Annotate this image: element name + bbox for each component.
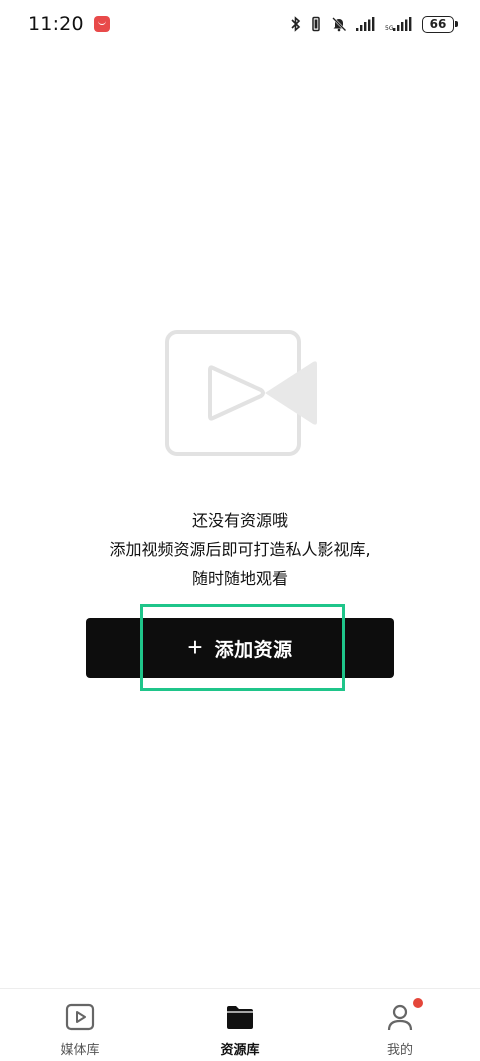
bluetooth-icon xyxy=(291,16,301,32)
battery-indicator: 66 xyxy=(422,15,458,33)
status-right: 5G 66 xyxy=(291,15,458,33)
nav-item-media-library[interactable]: 媒体库 xyxy=(0,989,160,1058)
video-camera-icon xyxy=(165,330,317,456)
app-notification-icon xyxy=(93,16,110,32)
empty-state-message: 还没有资源哦 添加视频资源后即可打造私人影视库, 随时随地观看 xyxy=(0,506,480,593)
add-resource-button[interactable]: + 添加资源 xyxy=(86,618,394,678)
empty-state-line-1: 还没有资源哦 xyxy=(191,511,288,530)
status-left: 11:20 xyxy=(28,13,110,35)
mute-bell-icon xyxy=(332,17,347,32)
nav-item-resource-library[interactable]: 资源库 xyxy=(160,989,320,1058)
signal-icon-2: 5G xyxy=(385,17,412,31)
play-square-icon xyxy=(65,1003,95,1031)
nav-label-profile: 我的 xyxy=(386,1043,413,1058)
empty-state-line-3: 随时随地观看 xyxy=(191,569,288,588)
bottom-nav: 媒体库 资源库 我的 xyxy=(0,988,480,1061)
person-icon xyxy=(387,1004,413,1031)
folder-icon xyxy=(227,1006,253,1029)
screen: 11:20 5G 66 还没有资源哦 添加视频资源后即可打造私人影视库, 随时随… xyxy=(0,0,480,1061)
nav-label-media-library: 媒体库 xyxy=(60,1043,100,1058)
svg-text:5G: 5G xyxy=(385,25,394,31)
status-bar: 11:20 5G 66 xyxy=(0,0,480,48)
vibrate-icon xyxy=(312,16,320,32)
empty-state-line-2: 添加视频资源后即可打造私人影视库, xyxy=(109,540,371,559)
nav-item-profile[interactable]: 我的 xyxy=(320,989,480,1058)
add-resource-label: 添加资源 xyxy=(214,639,293,661)
nav-label-resource-library: 资源库 xyxy=(220,1043,260,1058)
notification-dot xyxy=(413,998,423,1008)
signal-icon-1 xyxy=(356,17,375,31)
plus-icon: + xyxy=(187,632,203,662)
status-time: 11:20 xyxy=(28,13,84,35)
